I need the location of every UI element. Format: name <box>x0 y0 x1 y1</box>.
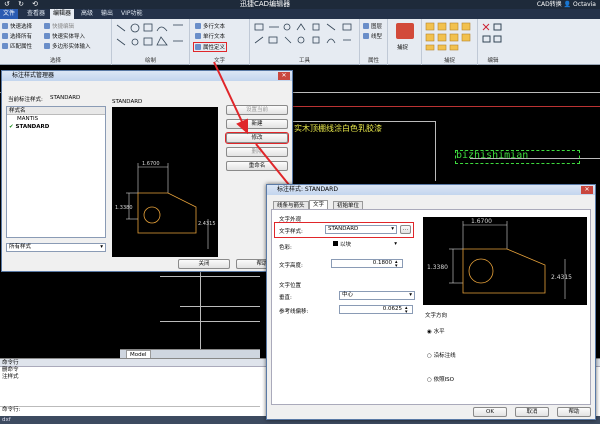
color-select[interactable]: 以块 ▾ <box>331 241 397 250</box>
preview-circle <box>468 258 494 284</box>
offset-input[interactable]: 0.0625 <box>339 305 413 314</box>
close-icon[interactable]: ✕ <box>581 186 593 194</box>
chevron-down-icon: ▾ <box>409 292 412 298</box>
stepper-icon[interactable]: ▴ ▾ <box>395 260 398 269</box>
help-button[interactable]: 帮助 <box>557 407 591 417</box>
preview-dim-text: 2.4315 <box>551 274 572 281</box>
radio-icon: ○ <box>427 377 432 383</box>
preview-shape <box>462 248 546 294</box>
radio-along-dim[interactable]: ○ 沿标注线 <box>427 351 456 359</box>
preview-dim-text: 1.6700 <box>471 218 492 225</box>
offset-label: 参考线偏移: <box>279 309 309 315</box>
chevron-down-icon: ▾ <box>394 241 397 247</box>
text-height-input[interactable]: 0.1800 <box>331 259 403 268</box>
text-height-label: 文字高度: <box>279 263 303 269</box>
stepper-icon[interactable]: ▴ ▾ <box>405 306 408 315</box>
vertical-label: 垂直: <box>279 295 292 301</box>
chevron-down-icon: ▾ <box>391 226 394 232</box>
radio-icon: ○ <box>427 353 432 359</box>
cancel-button[interactable]: 取消 <box>515 407 549 417</box>
preview-dim-text: 1.3380 <box>427 264 448 271</box>
dimension-preview-drawing: 1.6700 1.3380 2.4315 <box>427 218 572 299</box>
section-direction: 文字方向 <box>425 313 448 319</box>
dialog-titlebar: 标注样式: STANDARD ✕ <box>267 185 595 195</box>
browse-button[interactable]: … <box>400 225 411 234</box>
section-appearance: 文字外观 <box>279 217 302 223</box>
vertical-select[interactable]: 中心 ▾ <box>339 291 415 300</box>
color-label: 色彩: <box>279 245 292 251</box>
radio-horizontal[interactable]: ◉ 水平 <box>427 327 445 335</box>
text-style-select[interactable]: STANDARD ▾ <box>325 225 397 234</box>
dim-style-edit-dialog: 标注样式: STANDARD ✕ 线条与箭头 文字 初始单位 文字外观 文字样式:… <box>266 184 596 420</box>
color-swatch <box>333 241 338 246</box>
text-style-label: 文字样式: <box>279 229 303 235</box>
radio-iso[interactable]: ○ 依照ISO <box>427 375 454 383</box>
text-preview: 1.6700 1.3380 2.4315 <box>423 217 587 305</box>
section-position: 文字位置 <box>279 283 302 289</box>
radio-checked-icon: ◉ <box>427 329 432 335</box>
ok-button[interactable]: OK <box>473 407 507 417</box>
